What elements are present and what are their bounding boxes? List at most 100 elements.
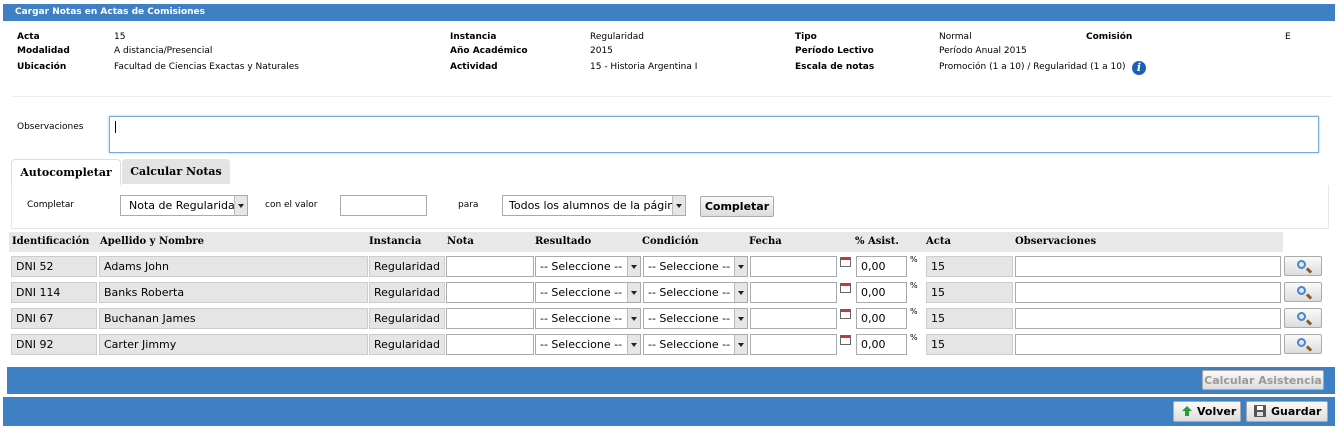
guardar-button[interactable]: Guardar [1246,401,1328,422]
table-row: DNI 92 Carter Jimmy Regularidad -- Selec… [9,332,1335,357]
row-fecha-input[interactable] [750,308,837,329]
row-asist-input[interactable]: 0,00 [856,334,907,355]
col-apellido-nombre: Apellido y Nombre [100,236,204,247]
search-button[interactable] [1284,334,1322,354]
percent-label: % [910,333,918,342]
completar-label: Completar [27,200,75,210]
row-resultado-select[interactable]: -- Seleccione -- [535,282,641,303]
modalidad-label: Modalidad [17,46,70,56]
chevron-down-icon [627,283,640,302]
valor-input[interactable] [340,195,427,216]
calendar-icon[interactable] [840,335,851,345]
acta-header: Acta 15 Modalidad A distancia/Presencial… [3,24,1335,96]
row-nota-input[interactable] [446,308,534,329]
ubicacion-label: Ubicación [17,62,67,72]
calcular-asistencia-button[interactable]: Calcular Asistencia [1202,370,1324,390]
row-asist-input[interactable]: 0,00 [856,282,907,303]
row-acta: 15 [926,256,1013,277]
acta-label: Acta [17,32,40,42]
info-icon[interactable]: i [1132,61,1146,75]
search-icon [1297,338,1306,347]
footer-bar-top [7,367,1335,394]
percent-label: % [910,281,918,290]
save-icon [1254,405,1266,417]
row-observaciones-input[interactable] [1015,282,1281,303]
field-select[interactable]: Nota de Regularidad [120,195,248,216]
volver-label: Volver [1197,405,1237,418]
col-acta: Acta [926,236,951,247]
periodo-value: Período Anual 2015 [939,46,1027,56]
footer-bar [3,397,1335,426]
guardar-label: Guardar [1271,405,1322,418]
observaciones-label: Observaciones [17,122,84,132]
calendar-icon[interactable] [840,309,851,319]
search-button[interactable] [1284,282,1322,302]
row-apellido-nombre: Banks Roberta [99,282,368,303]
row-nota-input[interactable] [446,256,534,277]
row-resultado-select[interactable]: -- Seleccione -- [535,334,641,355]
chevron-down-icon [734,283,747,302]
tab-calcular-notas[interactable]: Calcular Notas [122,159,230,184]
chevron-down-icon [734,309,747,328]
row-instancia: Regularidad [369,282,445,303]
row-nota-input[interactable] [446,334,534,355]
col-resultado: Resultado [535,236,592,247]
row-asist-input[interactable]: 0,00 [856,256,907,277]
col-fecha: Fecha [749,236,782,247]
search-button[interactable] [1284,308,1322,328]
target-select[interactable]: Todos los alumnos de la página [502,195,686,216]
col-nota: Nota [447,236,474,247]
escala-label: Escala de notas [795,62,875,72]
actividad-label: Actividad [450,62,498,72]
chevron-down-icon [627,309,640,328]
row-resultado-select[interactable]: -- Seleccione -- [535,308,641,329]
con-valor-label: con el valor [265,200,318,210]
percent-label: % [910,307,918,316]
tab-autocompletar[interactable]: Autocompletar [11,159,121,185]
row-observaciones-input[interactable] [1015,308,1281,329]
observaciones-textarea[interactable] [109,116,1319,153]
row-acta: 15 [926,282,1013,303]
row-identificacion: DNI 114 [11,282,97,303]
search-button[interactable] [1284,256,1322,276]
chevron-down-icon [672,196,685,215]
row-fecha-input[interactable] [750,256,837,277]
escala-value: Promoción (1 a 10) / Regularidad (1 a 10… [939,62,1126,72]
search-icon [1297,286,1306,295]
table-row: DNI 114 Banks Roberta Regularidad -- Sel… [9,280,1335,305]
anio-value: 2015 [590,46,613,56]
calendar-icon[interactable] [840,283,851,293]
col-asist: % Asist. [855,236,899,247]
row-acta: 15 [926,334,1013,355]
volver-button[interactable]: Volver [1173,401,1241,422]
row-resultado-select[interactable]: -- Seleccione -- [535,256,641,277]
chevron-down-icon [234,196,247,215]
row-apellido-nombre: Adams John [99,256,368,277]
chevron-down-icon [734,335,747,354]
row-identificacion: DNI 92 [11,334,97,355]
row-condicion-select[interactable]: -- Seleccione -- [643,334,748,355]
col-identificacion: Identificación [12,236,90,247]
row-condicion-select[interactable]: -- Seleccione -- [643,308,748,329]
row-nota-input[interactable] [446,282,534,303]
row-observaciones-input[interactable] [1015,334,1281,355]
completar-button[interactable]: Completar [700,196,774,217]
comision-label: Comisión [1086,32,1133,42]
calendar-icon[interactable] [840,257,851,267]
tipo-value: Normal [939,32,972,42]
col-condicion: Condición [642,236,699,247]
chevron-down-icon [627,257,640,276]
row-condicion-select[interactable]: -- Seleccione -- [643,256,748,277]
row-instancia: Regularidad [369,334,445,355]
row-observaciones-input[interactable] [1015,256,1281,277]
row-identificacion: DNI 67 [11,308,97,329]
row-condicion-select[interactable]: -- Seleccione -- [643,282,748,303]
row-fecha-input[interactable] [750,334,837,355]
row-fecha-input[interactable] [750,282,837,303]
row-asist-input[interactable]: 0,00 [856,308,907,329]
instancia-label: Instancia [450,32,497,42]
chevron-down-icon [627,335,640,354]
table-row: DNI 52 Adams John Regularidad -- Selecci… [9,254,1335,279]
percent-label: % [910,255,918,264]
comision-value: E [1285,32,1291,42]
